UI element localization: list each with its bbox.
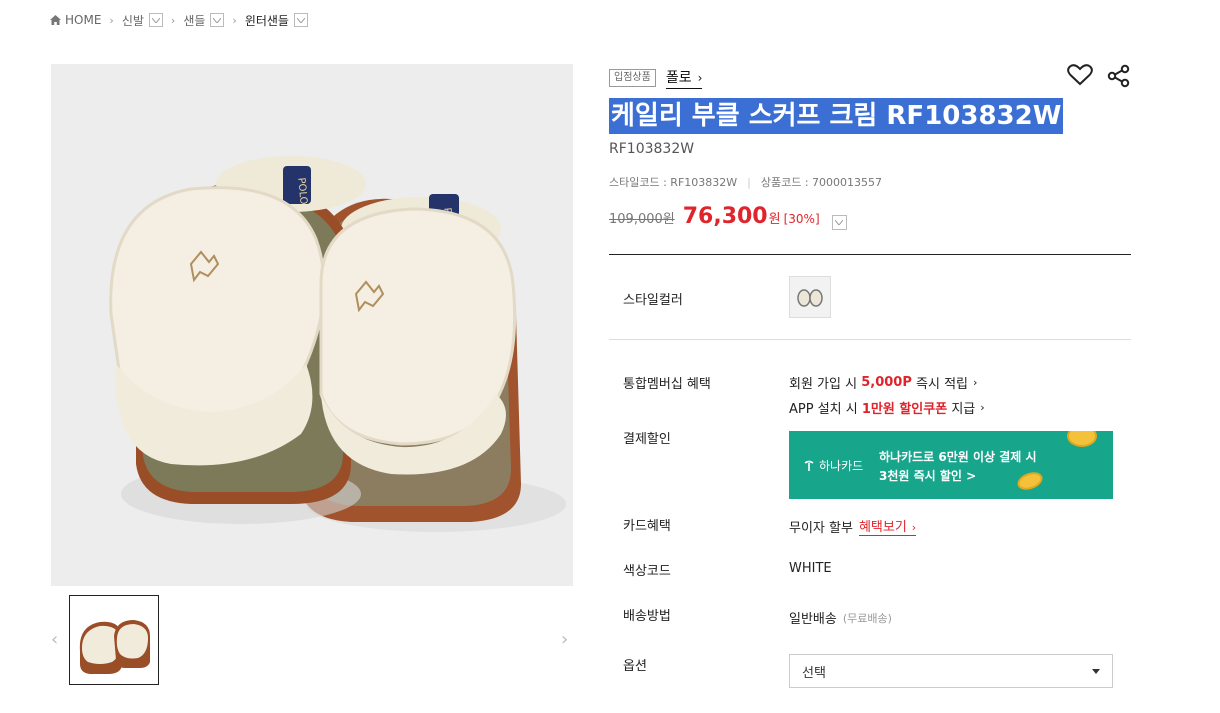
coin-icon: [1067, 431, 1097, 447]
color-swatch[interactable]: [789, 276, 831, 318]
chevron-right-icon: ›: [980, 401, 985, 414]
tag-row: 입점상품 폴로 ›: [609, 67, 703, 89]
product-main-image[interactable]: POLO POLO: [51, 64, 573, 586]
chevron-left-icon[interactable]: ‹: [51, 629, 58, 650]
card-benefit-link[interactable]: 혜택보기 ›: [858, 516, 917, 536]
membership-text: 회원 가입 시: [789, 377, 858, 392]
action-icons: [1067, 64, 1131, 88]
thumbnail-strip: ‹ ›: [51, 595, 573, 685]
membership-benefit-2[interactable]: APP 설치 시 1만원 할인쿠폰 지급 ›: [789, 398, 985, 417]
chevron-right-icon: ›: [697, 71, 703, 85]
sale-price: 76,300: [682, 204, 768, 229]
card-benefit-link-label: 혜택보기: [858, 520, 907, 535]
breadcrumb-home-label: HOME: [65, 13, 102, 27]
breadcrumb-item-current[interactable]: 윈터샌들: [245, 12, 308, 29]
membership-label: 통합멤버십 혜택: [623, 377, 711, 392]
product-title: 케일리 부클 스커프 크림 RF103832W: [609, 98, 1064, 134]
hanacard-banner[interactable]: 하나카드 하나카드로 6만원 이상 결제 시 3천원 즉시 할인 >: [789, 431, 1113, 499]
slipper-image: POLO POLO: [109, 156, 566, 532]
payment-discount-label: 결제할인: [623, 432, 671, 447]
banner-line-2: 3천원 즉시 할인 >: [879, 469, 977, 483]
hanacard-icon: [804, 460, 814, 471]
breadcrumb-item[interactable]: 신발: [122, 12, 163, 29]
brand-label: 폴로: [665, 70, 692, 86]
color-code-label: 색상코드: [623, 564, 671, 579]
chevron-right-icon: ›: [911, 521, 917, 534]
option-select[interactable]: 선택: [789, 654, 1113, 688]
breadcrumb-home[interactable]: HOME: [50, 13, 101, 27]
style-color-label: 스타일컬러: [623, 293, 683, 308]
chevron-right-icon: ›: [973, 376, 978, 389]
caret-down-icon: [1092, 668, 1100, 674]
chevron-right-icon: ›: [170, 13, 176, 27]
shipping-note: (무료배송): [842, 611, 892, 625]
product-code: 상품코드 : 7000013557: [760, 176, 883, 189]
hanacard-logo: 하나카드: [803, 457, 863, 474]
option-label: 옵션: [623, 659, 647, 674]
color-code-value: WHITE: [789, 561, 832, 576]
price-unit: 원: [768, 212, 781, 227]
swatch-image: [797, 289, 823, 307]
divider: [609, 339, 1131, 340]
product-tag-badge: 입점상품: [609, 69, 656, 87]
product-model: RF103832W: [609, 141, 695, 157]
home-icon: [50, 15, 61, 25]
discount-rate: [30%]: [783, 212, 820, 226]
option-select-value: 선택: [802, 665, 826, 681]
price-row: 109,000원 76,300 원 [30%]: [609, 204, 847, 230]
membership-benefit-1[interactable]: 회원 가입 시 5,000P 즉시 적립 ›: [789, 373, 977, 392]
hanacard-logo-text: 하나카드: [819, 459, 864, 473]
chevron-right-icon: ›: [109, 13, 114, 27]
chevron-right-icon: ›: [232, 13, 237, 27]
card-benefit-text: 무이자 할부: [789, 520, 853, 536]
chevron-right-icon[interactable]: ›: [561, 629, 568, 650]
membership-text: 지급: [951, 402, 976, 417]
banner-line-1: 하나카드로 6만원 이상 결제 시: [879, 450, 1037, 464]
svg-text:POLO: POLO: [295, 177, 308, 205]
coin-icon: [1015, 469, 1045, 493]
original-price: 109,000원: [609, 212, 675, 227]
breadcrumb: HOME › 신발 › 샌들 › 윈터샌들: [50, 11, 308, 29]
heart-icon[interactable]: [1067, 64, 1093, 86]
chevron-down-icon[interactable]: [148, 13, 163, 27]
divider: |: [747, 175, 751, 189]
shipping-value: 일반배송 (무료배송): [789, 608, 892, 628]
breadcrumb-item-label: 샌들: [183, 13, 206, 28]
chevron-down-icon[interactable]: [210, 13, 225, 27]
breadcrumb-item-label: 윈터샌들: [244, 13, 289, 28]
membership-text: 즉시 적립: [916, 377, 968, 392]
thumbnail-image: [70, 596, 158, 684]
thumbnail-item[interactable]: [69, 595, 159, 685]
brand-link[interactable]: 폴로 ›: [665, 67, 703, 89]
breadcrumb-item[interactable]: 샌들: [183, 12, 225, 29]
breadcrumb-item-label: 신발: [121, 13, 144, 28]
divider: [609, 254, 1131, 255]
chevron-down-icon[interactable]: [831, 215, 847, 230]
chevron-down-icon[interactable]: [293, 13, 308, 27]
card-benefit: 무이자 할부 혜택보기 ›: [789, 516, 917, 536]
style-code: 스타일코드 : RF103832W: [609, 176, 738, 189]
membership-highlight: 1만원 할인쿠폰: [861, 402, 948, 417]
membership-text: APP 설치 시: [789, 402, 858, 417]
product-codes: 스타일코드 : RF103832W | 상품코드 : 7000013557: [609, 174, 882, 190]
shipping-method: 일반배송: [789, 612, 837, 627]
membership-highlight: 5,000P: [861, 375, 912, 390]
shipping-label: 배송방법: [623, 609, 671, 624]
card-benefit-label: 카드혜택: [623, 519, 671, 534]
share-icon[interactable]: [1107, 64, 1131, 88]
